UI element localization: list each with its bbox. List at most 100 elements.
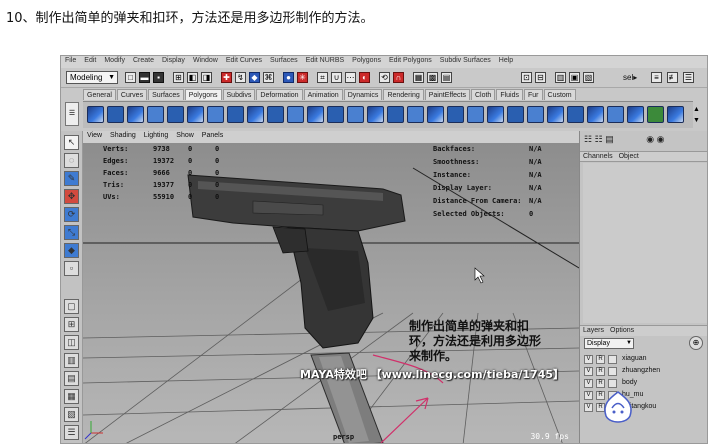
- layer-render-toggle[interactable]: R: [596, 379, 605, 388]
- panel-option-icon-2[interactable]: ◉: [657, 134, 665, 144]
- magnet-icon[interactable]: ∩: [393, 72, 404, 83]
- layer-render-toggle[interactable]: R: [596, 367, 605, 376]
- poly-separate-icon[interactable]: [407, 106, 424, 123]
- layout-custom-icon[interactable]: ▧: [64, 407, 79, 422]
- poly-smooth-icon[interactable]: [327, 106, 344, 123]
- last-tool-icon[interactable]: ▫: [64, 261, 79, 276]
- tab-surfaces[interactable]: Surfaces: [148, 89, 184, 100]
- menu-edit-polygons[interactable]: Edit Polygons: [385, 56, 436, 64]
- menu-subdiv-surfaces[interactable]: Subdiv Surfaces: [436, 56, 495, 64]
- panel-menu-show[interactable]: Show: [172, 131, 198, 139]
- poly-boolean-icon[interactable]: [367, 106, 384, 123]
- layer-color-swatch[interactable]: [608, 367, 617, 376]
- poly-cylinder-icon[interactable]: [127, 106, 144, 123]
- tool-settings-icon[interactable]: ▣: [569, 72, 580, 83]
- menu-display[interactable]: Display: [158, 56, 189, 64]
- menu-layers[interactable]: Layers: [580, 326, 607, 336]
- panel-menu-lighting[interactable]: Lighting: [140, 131, 173, 139]
- render-frame-icon[interactable]: ▦: [413, 72, 424, 83]
- poly-plane-icon[interactable]: [167, 106, 184, 123]
- snap-point-icon[interactable]: ⋯: [345, 72, 356, 83]
- select-tool-icon[interactable]: ↖: [64, 135, 79, 150]
- poly-cylindrical-map-icon[interactable]: [567, 106, 584, 123]
- snap-curve-icon[interactable]: ∪: [331, 72, 342, 83]
- poly-checker-icon[interactable]: [647, 106, 664, 123]
- select-object-icon[interactable]: ◧: [187, 72, 198, 83]
- poly-subdivide-icon[interactable]: [347, 106, 364, 123]
- poly-append-icon[interactable]: [207, 106, 224, 123]
- poly-split-icon[interactable]: [227, 106, 244, 123]
- layer-color-swatch[interactable]: [608, 355, 617, 364]
- menu-file[interactable]: File: [61, 56, 80, 64]
- layout-four-icon[interactable]: ⊞: [64, 317, 79, 332]
- menu-options[interactable]: Options: [607, 326, 637, 336]
- poly-sew-icon[interactable]: [627, 106, 644, 123]
- poly-sphere-icon[interactable]: [87, 106, 104, 123]
- selection-input-label[interactable]: sel▸: [623, 73, 637, 82]
- menu-edit[interactable]: Edit: [80, 56, 100, 64]
- poly-merge-icon[interactable]: [307, 106, 324, 123]
- menu-polygons[interactable]: Polygons: [348, 56, 385, 64]
- tab-cloth[interactable]: Cloth: [470, 89, 496, 100]
- layer-row[interactable]: V R zhuangzhen: [584, 366, 702, 377]
- tab-rendering[interactable]: Rendering: [383, 89, 424, 100]
- tab-polygons[interactable]: Polygons: [184, 89, 222, 100]
- tab-subdivs[interactable]: Subdivs: [222, 89, 256, 100]
- select-joints-icon[interactable]: ↯: [235, 72, 246, 83]
- attribute-editor-icon[interactable]: ▥: [555, 72, 566, 83]
- poly-extrude-edge-icon[interactable]: [267, 106, 284, 123]
- layout-icon[interactable]: ≡: [651, 72, 662, 83]
- layer-render-toggle[interactable]: R: [596, 355, 605, 364]
- layer-row[interactable]: V R body: [584, 378, 702, 389]
- rotate-tool-icon[interactable]: ⟳: [64, 207, 79, 222]
- move-tool-icon[interactable]: ✥: [64, 189, 79, 204]
- layer-visibility-toggle[interactable]: V: [584, 391, 593, 400]
- menu-create[interactable]: Create: [129, 56, 158, 64]
- panel-menu-view[interactable]: View: [83, 131, 106, 139]
- history-icon[interactable]: ⟲: [379, 72, 390, 83]
- menu-edit-curves[interactable]: Edit Curves: [222, 56, 266, 64]
- shelf-scroll[interactable]: ▲ ▼: [693, 104, 701, 126]
- tab-fluids[interactable]: Fluids: [496, 89, 524, 100]
- tab-general[interactable]: General: [83, 89, 116, 100]
- select-hierarchy-icon[interactable]: ⊞: [173, 72, 184, 83]
- outliner-toggle-icon[interactable]: ▤: [605, 134, 614, 144]
- attribute-toggle-icon[interactable]: ☷: [595, 134, 603, 144]
- poly-cone-icon[interactable]: [147, 106, 164, 123]
- new-scene-icon[interactable]: □: [125, 72, 136, 83]
- tab-deformation[interactable]: Deformation: [256, 89, 303, 100]
- poly-cut-icon[interactable]: [467, 106, 484, 123]
- layout-graph-icon[interactable]: ▦: [64, 389, 79, 404]
- layer-color-swatch[interactable]: [608, 379, 617, 388]
- channel-box-icon[interactable]: ▧: [583, 72, 594, 83]
- menu-object[interactable]: Object: [616, 152, 642, 162]
- select-deformations-icon[interactable]: ●: [283, 72, 294, 83]
- mode-select[interactable]: Modeling ▼: [66, 71, 118, 84]
- layer-visibility-toggle[interactable]: V: [584, 403, 593, 412]
- select-dynamics-icon[interactable]: ✳: [297, 72, 308, 83]
- tab-fur[interactable]: Fur: [524, 89, 543, 100]
- poly-planar-map-icon[interactable]: [547, 106, 564, 123]
- tab-custom[interactable]: Custom: [543, 89, 576, 100]
- layer-visibility-toggle[interactable]: V: [584, 367, 593, 376]
- panel-menu-panels[interactable]: Panels: [198, 131, 227, 139]
- shelf-menu-button[interactable]: ☰: [65, 102, 79, 126]
- menu-surfaces[interactable]: Surfaces: [266, 56, 302, 64]
- pistol-model[interactable]: [187, 174, 406, 444]
- create-layer-icon[interactable]: ⊕: [689, 336, 703, 350]
- open-scene-icon[interactable]: ▬: [139, 72, 150, 83]
- manipulator-tool-icon[interactable]: ◆: [64, 243, 79, 258]
- layout-icon-3[interactable]: ☰: [683, 72, 694, 83]
- input-line-icon[interactable]: ⊡: [521, 72, 532, 83]
- poly-spherical-map-icon[interactable]: [587, 106, 604, 123]
- poly-auto-map-icon[interactable]: [607, 106, 624, 123]
- sidebar-toggle-icon[interactable]: ⊟: [535, 72, 546, 83]
- paint-select-tool-icon[interactable]: ✎: [64, 171, 79, 186]
- poly-torus-icon[interactable]: [187, 106, 204, 123]
- select-curves-icon[interactable]: ◆: [249, 72, 260, 83]
- layout-icon-2[interactable]: ≢: [667, 72, 678, 83]
- layout-extra-icon[interactable]: ☰: [64, 425, 79, 440]
- poly-uv-icon[interactable]: [527, 106, 544, 123]
- tab-animation[interactable]: Animation: [303, 89, 343, 100]
- scale-tool-icon[interactable]: ⤡: [64, 225, 79, 240]
